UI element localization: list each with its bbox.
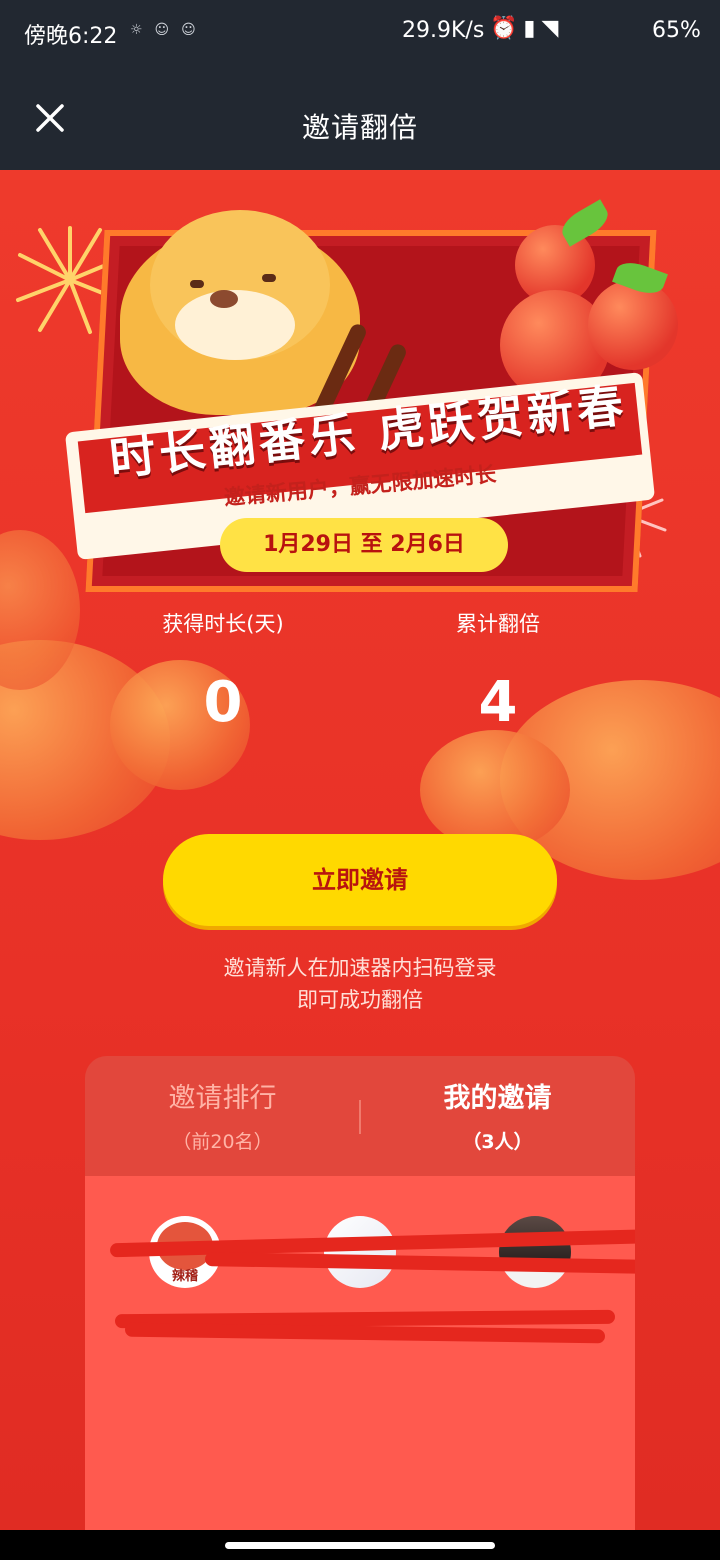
avatar [324,1216,396,1288]
avatar-badge: 辣稽 [171,1269,198,1284]
page-title: 邀请翻倍 [301,111,418,144]
multiplier-value: 4 [478,670,518,735]
multiplier-label: 累计翻倍 [456,612,540,636]
earned-time-value: 0 [203,670,243,735]
status-time: 傍晚6:22 [24,24,118,49]
invite-page: 时长翻番乐 虎跃贺新春 邀请新用户，赢无限加速时长 1月29日 至 2月6日 获… [0,170,720,1530]
tab-invite-ranking[interactable]: 邀请排行 （前20名） [85,1056,360,1176]
list-item[interactable] [460,1216,610,1288]
avatar [499,1216,571,1288]
network-speed: 29.9K/s [402,18,485,43]
redaction-mark [124,1322,606,1344]
invite-hint-line2: 即可成功翻倍 [297,988,423,1012]
tab-label: 我的邀请 [443,1083,552,1114]
title-bar: 邀请翻倍 [0,70,720,170]
event-date-range: 1月29日 至 2月6日 [220,518,508,572]
invite-hint-line1: 邀请新人在加速器内扫码登录 [223,956,497,980]
tab-sublabel: （3人） [462,1131,533,1153]
invitee-list: 辣稽 [85,1176,635,1530]
home-gesture-bar[interactable] [225,1542,495,1549]
invite-now-button[interactable]: 立即邀请 [163,834,557,926]
system-icons: ⏰▮◥ [490,16,565,41]
tab-my-invites[interactable]: 我的邀请 （3人） [360,1056,635,1176]
notification-icons: ☼☺☺ [130,22,208,38]
earned-time-label: 获得时长(天) [162,612,284,636]
navigation-bar [0,1530,720,1560]
tab-sublabel: （前20名） [172,1131,273,1153]
invite-panel: 邀请排行 （前20名） 我的邀请 （3人） 辣稽 [85,1056,635,1530]
battery-percent: 65% [652,18,701,43]
cloud-decoration [420,730,570,850]
status-bar: 傍晚6:22 ☼☺☺ 29.9K/s ⏰▮◥ 65% [0,0,720,70]
orange-decoration [588,280,678,370]
tab-label: 邀请排行 [168,1083,277,1114]
